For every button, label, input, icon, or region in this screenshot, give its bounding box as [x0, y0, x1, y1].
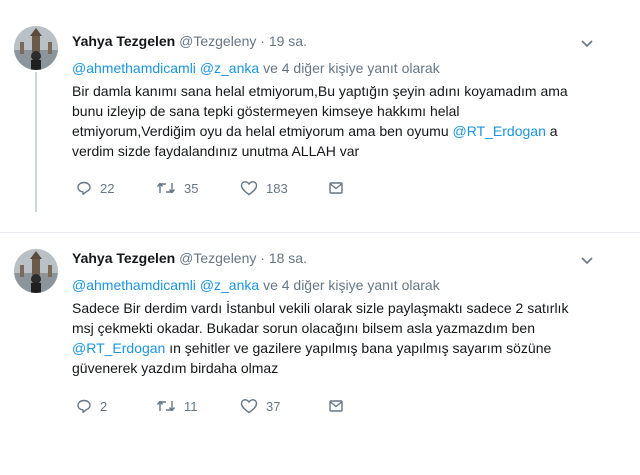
tweet-line: @RT_Erdogan ın şehitler ve gazilere yapı… [72, 338, 612, 358]
like-button[interactable]: 183 [240, 178, 288, 198]
mention-link[interactable]: @ahmethamdicamli [72, 277, 196, 293]
reply-button[interactable]: 22 [76, 178, 114, 198]
replying-suffix: ve 4 diğer kişiye yanıt olarak [263, 60, 440, 76]
dm-icon [329, 400, 343, 412]
mention-link[interactable]: @ahmethamdicamli [72, 60, 196, 76]
retweet-icon [156, 400, 176, 412]
separator-dot: · [260, 250, 265, 266]
reply-count: 2 [100, 398, 108, 414]
tweet-text-segment: etmiyorum,Verdiğim oyu da helal etmiyoru… [72, 123, 453, 139]
tweet-line: Bir damla kanımı sana helal etmiyorum,Bu… [72, 83, 568, 99]
separator-dot: · [260, 33, 265, 49]
tweet-header: Yahya Tezgelen @Tezgeleny · 18 sa. [72, 250, 307, 266]
tweet-line: bunu izleyip de sana tepki göstermeyen k… [72, 103, 460, 119]
display-name[interactable]: Yahya Tezgelen [72, 33, 175, 49]
like-button[interactable]: 37 [240, 396, 280, 416]
user-handle[interactable]: @Tezgeleny [179, 250, 256, 266]
thread-line [35, 72, 37, 212]
reply-count: 22 [100, 180, 115, 196]
chevron-down-icon[interactable] [580, 37, 594, 51]
replying-to: @ahmethamdicamli @z_anka ve 4 diğer kişi… [72, 277, 440, 293]
tweet-header: Yahya Tezgelen @Tezgeleny · 19 sa. [72, 33, 307, 49]
retweet-icon [156, 182, 176, 194]
tweet-line: güvenerek yazdım birdaha olmaz [72, 360, 279, 376]
chevron-down-icon[interactable] [580, 254, 594, 268]
tweet-line: msj çekmekti okadar. Bukadar sorun olaca… [72, 320, 535, 336]
reply-icon [77, 181, 91, 195]
avatar[interactable] [14, 26, 58, 70]
replying-to: @ahmethamdicamli @z_anka ve 4 diğer kişi… [72, 60, 440, 76]
tweet-line: Sadece Bir derdim vardı İstanbul vekili … [72, 300, 569, 316]
tweet-line: verdim sizde faydalandınız unutma ALLAH … [72, 143, 360, 159]
retweet-button[interactable]: 35 [156, 178, 198, 198]
retweet-button[interactable]: 11 [156, 396, 198, 416]
like-count: 183 [266, 180, 288, 196]
tweet-line: etmiyorum,Verdiğim oyu da helal etmiyoru… [72, 121, 612, 141]
retweet-count: 35 [184, 180, 199, 196]
dm-button[interactable] [328, 178, 344, 198]
tweet-text-segment: ın şehitler ve gazilere yapılmış bana ya… [165, 340, 552, 356]
tweet-text-segment: a [545, 123, 558, 139]
mention-link[interactable]: @z_anka [200, 277, 259, 293]
mention-link[interactable]: @RT_Erdogan [453, 123, 546, 139]
replying-suffix: ve 4 diğer kişiye yanıt olarak [263, 277, 440, 293]
display-name[interactable]: Yahya Tezgelen [72, 250, 175, 266]
like-icon [240, 399, 258, 414]
reply-button[interactable]: 2 [76, 396, 107, 416]
tweet-1[interactable]: Yahya Tezgelen @Tezgeleny · 19 sa. @ahme… [0, 0, 640, 233]
timestamp[interactable]: 18 sa. [269, 250, 307, 266]
reply-icon [77, 399, 91, 413]
tweet-text: Bir damla kanımı sana helal etmiyorum,Bu… [72, 81, 612, 161]
timestamp[interactable]: 19 sa. [269, 33, 307, 49]
tweet-text: Sadece Bir derdim vardı İstanbul vekili … [72, 298, 612, 378]
like-icon [240, 181, 258, 196]
retweet-count: 11 [184, 398, 198, 414]
avatar[interactable] [14, 249, 58, 293]
user-handle[interactable]: @Tezgeleny [179, 33, 256, 49]
mention-link[interactable]: @z_anka [200, 60, 259, 76]
dm-button[interactable] [328, 396, 344, 416]
like-count: 37 [266, 398, 281, 414]
dm-icon [329, 182, 343, 194]
mention-link[interactable]: @RT_Erdogan [72, 340, 165, 356]
